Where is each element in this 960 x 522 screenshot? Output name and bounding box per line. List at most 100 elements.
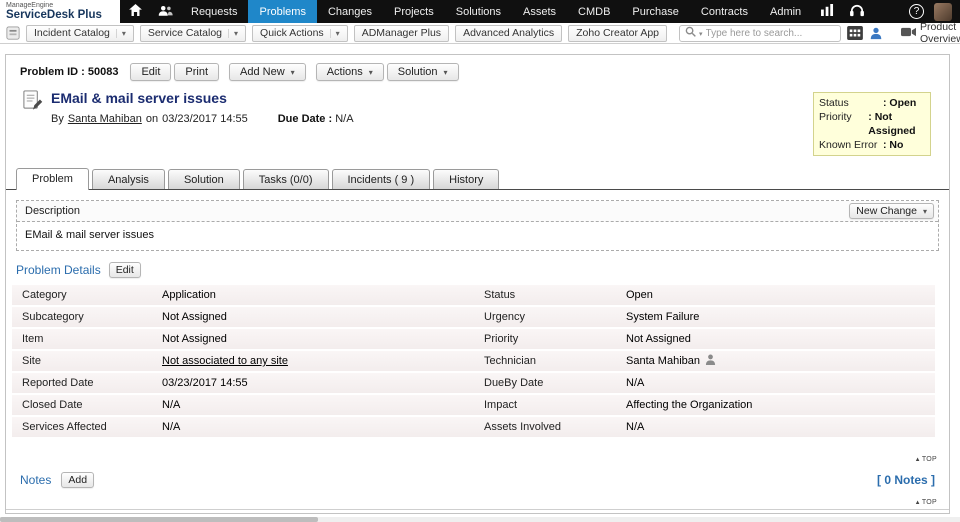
actions-dropdown[interactable]: Actions (316, 63, 384, 81)
notes-top-link[interactable]: TOP (915, 456, 937, 463)
detail-label: Urgency (484, 311, 626, 323)
detail-value: 03/23/2017 14:55 (162, 377, 484, 389)
apps-icon[interactable] (847, 26, 863, 40)
problem-header-row: Problem ID : 50083 Edit Print Add New Ac… (6, 55, 949, 86)
users-button[interactable] (150, 0, 180, 23)
servicedesk-plus-label: ServiceDesk Plus (6, 9, 114, 21)
quick-access-toolbar: Incident Catalog Service Catalog Quick A… (0, 23, 960, 44)
detail-label: Services Affected (22, 421, 162, 433)
search-icon (685, 26, 696, 40)
detail-value: Application (162, 289, 484, 301)
title-block: EMail & mail server issues By Santa Mahi… (51, 90, 813, 156)
details-edit-button[interactable]: Edit (109, 262, 141, 278)
topbar-right-group (909, 0, 960, 23)
service-catalog-dropdown[interactable]: Service Catalog (140, 25, 246, 42)
nav-contracts[interactable]: Contracts (690, 0, 759, 23)
advanced-analytics-button[interactable]: Advanced Analytics (455, 25, 562, 42)
on-label: on (146, 113, 158, 125)
reported-datetime: 03/23/2017 14:55 (162, 113, 248, 125)
tab-solution[interactable]: Solution (168, 169, 240, 189)
detail-label: Item (22, 333, 162, 345)
problem-byline: By Santa Mahiban on 03/23/2017 14:55 Due… (51, 113, 813, 125)
manageengine-label: ManageEngine (6, 2, 114, 9)
detail-label: DueBy Date (484, 377, 626, 389)
due-date: Due Date : N/A (278, 113, 354, 125)
nav-assets[interactable]: Assets (512, 0, 567, 23)
status-row: Status Open (819, 96, 925, 110)
status-summary-box: Status Open Priority Not Assigned Known … (813, 92, 931, 156)
table-row: Services Affected N/A Assets Involved N/… (12, 417, 935, 437)
support-button[interactable] (842, 0, 872, 23)
by-label: By (51, 113, 64, 125)
tab-history[interactable]: History (433, 169, 499, 189)
add-note-button[interactable]: Add (61, 472, 94, 488)
detail-label: Technician (484, 355, 626, 367)
print-button[interactable]: Print (174, 63, 219, 81)
priority-label: Priority (819, 110, 868, 138)
table-row: Site Not associated to any site Technici… (12, 351, 935, 371)
nav-cmdb[interactable]: CMDB (567, 0, 621, 23)
technician-value: Santa Mahiban (626, 354, 929, 368)
detail-label: Status (484, 289, 626, 301)
problem-details-table: Category Application Status Open Subcate… (12, 285, 935, 437)
user-assist-icon[interactable] (869, 26, 883, 40)
search-scope-caret-icon[interactable] (699, 27, 703, 39)
headset-icon (850, 4, 864, 20)
problem-details-title: Problem Details (16, 263, 101, 277)
help-icon[interactable] (909, 4, 924, 19)
detail-value: N/A (162, 421, 484, 433)
detail-label: Priority (484, 333, 626, 345)
detail-label: Assets Involved (484, 421, 626, 433)
catalog-icon[interactable] (6, 26, 20, 40)
detail-label: Impact (484, 399, 626, 411)
nav-solutions[interactable]: Solutions (445, 0, 512, 23)
home-button[interactable] (120, 0, 150, 23)
zoho-creator-app-button[interactable]: Zoho Creator App (568, 25, 667, 42)
status-value: Open (883, 96, 916, 110)
solution-dropdown[interactable]: Solution (387, 63, 459, 81)
due-date-label: Due Date : (278, 113, 332, 125)
table-row: Category Application Status Open (12, 285, 935, 305)
tab-incidents[interactable]: Incidents ( 9 ) (332, 169, 431, 189)
app-logo[interactable]: ManageEngine ServiceDesk Plus (0, 0, 120, 23)
notifications-top-link[interactable]: TOP (915, 499, 937, 506)
nav-problems[interactable]: Problems (248, 0, 316, 23)
problem-id: Problem ID : 50083 (20, 66, 118, 78)
search-input[interactable] (706, 28, 835, 39)
incident-catalog-dropdown[interactable]: Incident Catalog (26, 25, 134, 42)
detail-value: Not Assigned (162, 311, 484, 323)
detail-label: Subcategory (22, 311, 162, 323)
tab-problem[interactable]: Problem (16, 168, 89, 190)
reports-button[interactable] (812, 0, 842, 23)
notes-section: TOP Notes Add [ 0 Notes ] (6, 467, 949, 493)
horizontal-scrollbar[interactable] (0, 517, 960, 522)
admanager-plus-button[interactable]: ADManager Plus (354, 25, 449, 42)
site-link[interactable]: Not associated to any site (162, 355, 288, 367)
edit-button[interactable]: Edit (130, 63, 171, 81)
quick-actions-dropdown[interactable]: Quick Actions (252, 25, 348, 42)
detail-value: Open (626, 289, 929, 301)
nav-purchase[interactable]: Purchase (621, 0, 689, 23)
add-new-dropdown[interactable]: Add New (229, 63, 306, 81)
nav-admin[interactable]: Admin (759, 0, 812, 23)
person-icon[interactable] (705, 354, 716, 368)
user-avatar[interactable] (934, 3, 952, 21)
due-date-value: N/A (335, 113, 353, 125)
tab-analysis[interactable]: Analysis (92, 169, 165, 189)
nav-projects[interactable]: Projects (383, 0, 445, 23)
nav-requests[interactable]: Requests (180, 0, 248, 23)
detail-value: N/A (626, 377, 929, 389)
detail-value: Not Assigned (626, 333, 929, 345)
nav-changes[interactable]: Changes (317, 0, 383, 23)
known-error-row: Known Error No (819, 138, 925, 152)
requester-link[interactable]: Santa Mahiban (68, 113, 142, 125)
new-change-dropdown[interactable]: New Change (849, 203, 934, 219)
status-label: Status (819, 96, 883, 110)
tab-tasks[interactable]: Tasks (0/0) (243, 169, 329, 189)
problem-details-header: Problem Details Edit (6, 251, 949, 283)
known-error-label: Known Error (819, 138, 883, 152)
product-overview-link[interactable]: Product Overview (901, 21, 960, 45)
description-header: Description New Change (17, 201, 938, 222)
problem-title-section: EMail & mail server issues By Santa Mahi… (6, 86, 949, 156)
scrollbar-thumb[interactable] (0, 517, 318, 522)
